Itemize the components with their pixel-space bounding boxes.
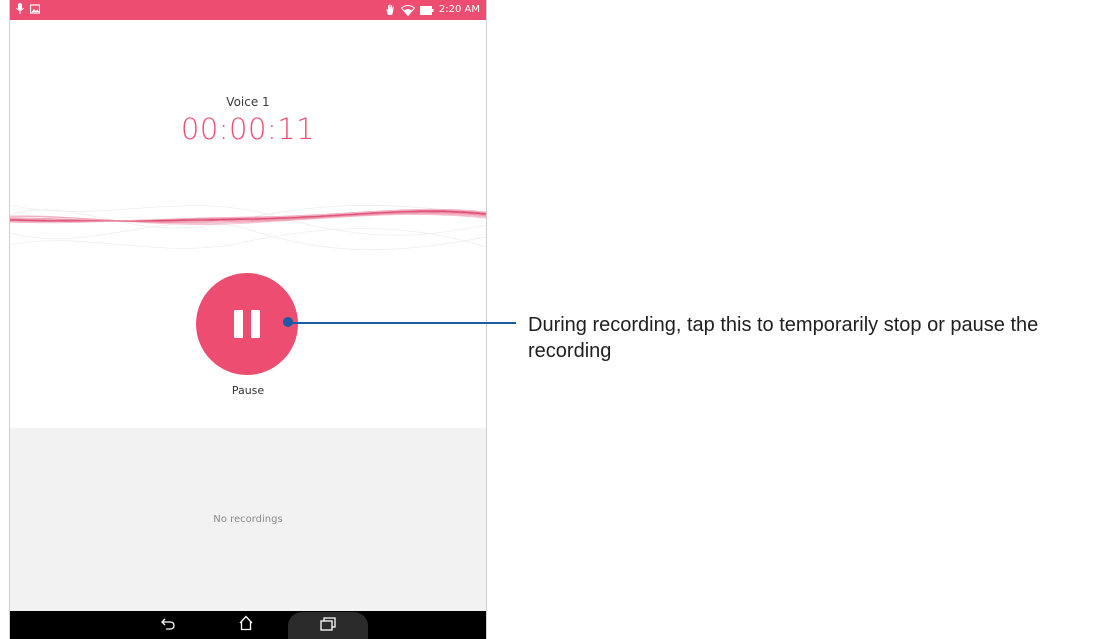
mic-icon: [16, 3, 24, 15]
waveform: [10, 204, 486, 251]
back-button[interactable]: [150, 611, 186, 639]
back-icon: [161, 616, 175, 635]
recordings-list: No recordings: [10, 428, 486, 611]
callout-text: During recording, tap this to temporaril…: [528, 314, 1039, 362]
recent-apps-button[interactable]: [288, 611, 368, 639]
navigation-bar: [10, 611, 486, 639]
phone-screen: 2:20 AM Voice 1 00:00:11 Pause No record…: [9, 0, 487, 639]
pause-label: Pause: [231, 384, 265, 397]
status-bar: 2:20 AM: [10, 0, 486, 20]
home-icon: [238, 615, 254, 635]
hand-icon: [385, 4, 396, 16]
battery-icon: [419, 5, 434, 15]
elapsed-timer: 00:00:11: [180, 112, 316, 146]
pause-icon: [233, 310, 261, 338]
wifi-icon: [400, 4, 415, 16]
status-time: 2:20 AM: [438, 4, 480, 15]
pause-bar-left: [234, 310, 243, 338]
recorder-panel: Voice 1 00:00:11 Pause: [10, 20, 486, 428]
home-button[interactable]: [228, 611, 264, 639]
pause-bar-right: [251, 310, 260, 338]
empty-recordings-text: No recordings: [213, 514, 283, 525]
image-icon: [30, 4, 40, 14]
recording-title: Voice 1: [226, 95, 270, 109]
recent-apps-icon: [320, 616, 336, 635]
callout-line: [288, 322, 516, 324]
